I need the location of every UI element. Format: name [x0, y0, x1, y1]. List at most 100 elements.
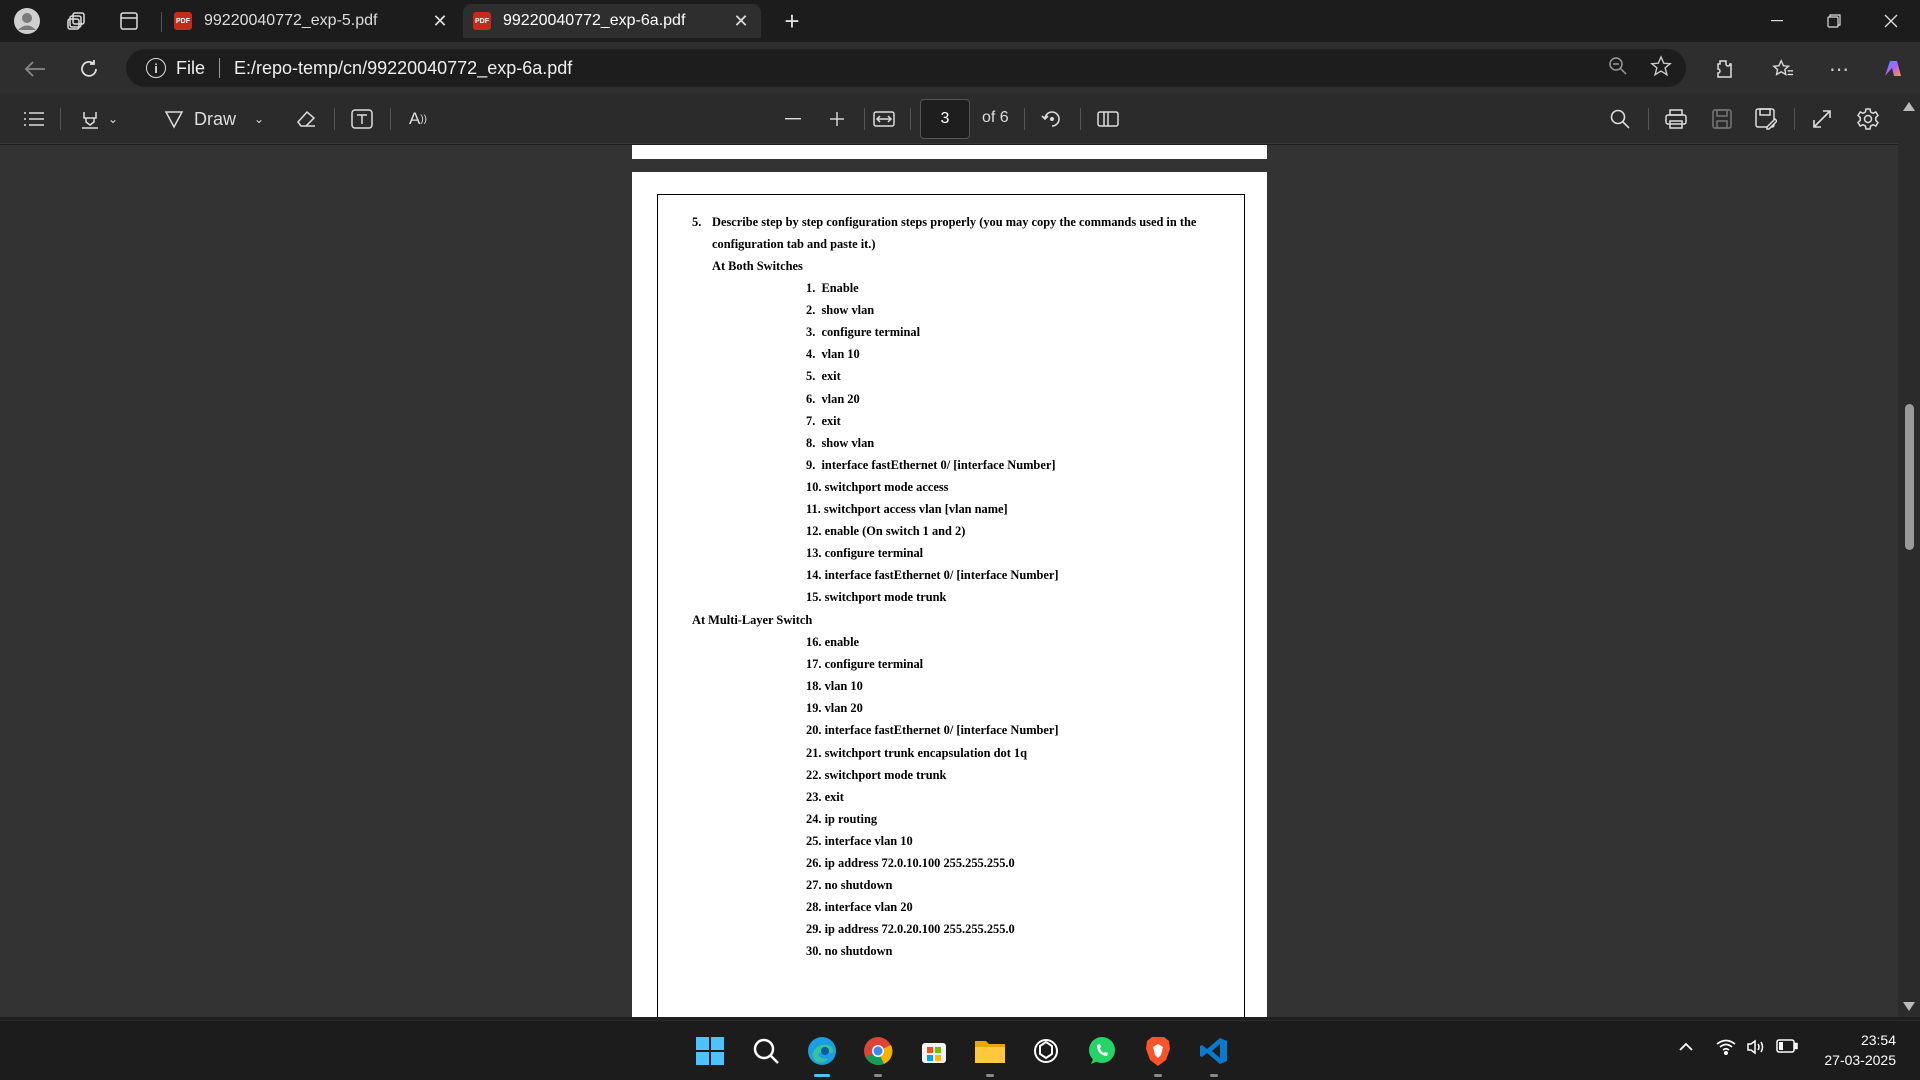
- config-step: 22. switchport mode trunk: [806, 767, 947, 782]
- active-indicator: [814, 1074, 830, 1077]
- zoom-in-button[interactable]: [822, 103, 852, 135]
- zoom-out-button[interactable]: [778, 103, 808, 135]
- vscode-icon[interactable]: [1194, 1031, 1234, 1077]
- url-text[interactable]: E:/repo-temp/cn/99220040772_exp-6a.pdf: [234, 58, 572, 79]
- page-view-icon[interactable]: [1092, 103, 1124, 135]
- windows-start-icon[interactable]: [690, 1031, 730, 1071]
- more-menu-icon[interactable]: ⋯: [1822, 52, 1856, 86]
- copilot-icon[interactable]: [1876, 52, 1910, 86]
- close-window-icon[interactable]: [1862, 0, 1920, 42]
- brave-browser-icon[interactable]: [1138, 1031, 1178, 1077]
- refresh-icon[interactable]: [72, 52, 106, 86]
- extensions-icon[interactable]: [1706, 52, 1740, 86]
- section-title-multilayer-switch: At Multi-Layer Switch: [692, 613, 813, 627]
- new-tab-icon[interactable]: +: [777, 6, 807, 36]
- save-as-icon[interactable]: [1750, 103, 1782, 135]
- clock-date: 27-03-2025: [1824, 1052, 1896, 1068]
- draw-button[interactable]: Draw ⌄: [156, 103, 272, 135]
- scrollbar-thumb[interactable]: [1905, 404, 1914, 550]
- system-clock[interactable]: 23:54 27-03-2025: [1824, 1030, 1896, 1070]
- tab-title: 99220040772_exp-5.pdf: [204, 12, 378, 29]
- print-icon[interactable]: [1660, 103, 1692, 135]
- favorites-icon[interactable]: [1766, 52, 1800, 86]
- pdf-viewer[interactable]: 5. Describe step by step configuration s…: [0, 145, 1898, 1017]
- file-explorer-icon[interactable]: [970, 1031, 1010, 1077]
- chevron-down-icon: ⌄: [253, 112, 265, 126]
- edge-browser-icon[interactable]: [802, 1031, 842, 1077]
- toolbar-divider: [1080, 108, 1081, 130]
- running-indicator: [1210, 1074, 1218, 1077]
- highlight-button[interactable]: ⌄: [74, 103, 124, 135]
- contents-list-icon[interactable]: [18, 103, 50, 135]
- toolbar-divider: [910, 108, 911, 130]
- tab-bar: PDF 99220040772_exp-5.pdf ✕ PDF 99220040…: [0, 0, 1920, 42]
- show-hidden-icons-chevron-icon[interactable]: [1678, 1039, 1694, 1057]
- scroll-down-arrow-icon[interactable]: [1903, 1002, 1915, 1011]
- close-tab-icon[interactable]: ✕: [731, 11, 751, 32]
- rotate-icon[interactable]: [1036, 103, 1068, 135]
- vertical-tabs-icon[interactable]: [108, 0, 150, 42]
- config-step: 21. switchport trunk encapsulation dot 1…: [806, 745, 1027, 760]
- windows-taskbar: 23:54 27-03-2025: [0, 1020, 1920, 1080]
- config-step: 23. exit: [806, 789, 844, 804]
- eraser-icon[interactable]: [290, 103, 322, 135]
- question-line-1: Describe step by step configuration step…: [712, 215, 1197, 229]
- draw-icon: [164, 111, 184, 129]
- config-step: 12. enable (On switch 1 and 2): [806, 524, 966, 539]
- profile-avatar-icon[interactable]: [6, 0, 48, 42]
- chatgpt-icon[interactable]: [1026, 1031, 1066, 1071]
- config-step: 11. switchport access vlan [vlan name]: [806, 502, 1008, 516]
- workspaces-icon[interactable]: [56, 0, 98, 42]
- fit-to-width-icon[interactable]: [868, 103, 900, 135]
- config-step: 29. ip address 72.0.20.100 255.255.255.0: [806, 922, 1015, 937]
- config-step: 2. show vlan: [806, 303, 875, 318]
- config-step: 28. interface vlan 20: [806, 900, 913, 915]
- tab-exp-6a[interactable]: PDF 99220040772_exp-6a.pdf ✕: [463, 4, 761, 38]
- running-indicator: [986, 1074, 994, 1077]
- zoom-out-icon[interactable]: [1608, 56, 1628, 81]
- config-step: 18. vlan 10: [806, 679, 863, 694]
- tab-exp-5[interactable]: PDF 99220040772_exp-5.pdf ✕: [164, 4, 460, 38]
- scroll-up-arrow-icon[interactable]: [1903, 102, 1915, 111]
- info-icon[interactable]: i: [146, 58, 166, 78]
- address-bar[interactable]: i File E:/repo-temp/cn/99220040772_exp-6…: [126, 49, 1686, 87]
- favorite-star-icon[interactable]: [1650, 54, 1672, 82]
- page-number-input[interactable]: 3: [920, 99, 970, 139]
- config-step: 3. configure terminal: [806, 325, 921, 340]
- restore-icon[interactable]: [1805, 0, 1863, 42]
- config-step: 8. show vlan: [806, 435, 875, 450]
- config-step: 24. ip routing: [806, 811, 878, 826]
- search-icon[interactable]: [1604, 103, 1636, 135]
- settings-gear-icon[interactable]: [1852, 103, 1884, 135]
- vertical-scrollbar[interactable]: [1898, 94, 1920, 1017]
- config-step: 7. exit: [806, 413, 841, 428]
- minimize-icon[interactable]: [1748, 0, 1806, 42]
- toolbar-divider: [864, 108, 865, 130]
- config-step: 20. interface fastEthernet 0/ [interface…: [806, 723, 1059, 738]
- read-aloud-icon[interactable]: A)): [402, 103, 434, 135]
- config-step: 30. no shutdown: [806, 944, 893, 959]
- toolbar-divider: [334, 108, 335, 130]
- chrome-icon[interactable]: [858, 1031, 898, 1077]
- back-arrow-icon[interactable]: [18, 52, 52, 86]
- save-icon[interactable]: [1706, 103, 1738, 135]
- config-step: 17. configure terminal: [806, 657, 924, 672]
- fullscreen-icon[interactable]: [1806, 103, 1838, 135]
- config-step: 19. vlan 20: [806, 701, 863, 716]
- volume-icon[interactable]: [1746, 1039, 1766, 1060]
- config-step: 13. configure terminal: [806, 546, 924, 561]
- running-indicator: [1154, 1074, 1162, 1077]
- toolbar-divider: [1794, 108, 1795, 130]
- wifi-icon[interactable]: [1716, 1039, 1736, 1060]
- microsoft-store-icon[interactable]: [914, 1031, 954, 1071]
- question-line-2: configuration tab and paste it.): [712, 237, 876, 251]
- battery-icon[interactable]: [1776, 1039, 1798, 1058]
- chevron-down-icon: ⌄: [107, 112, 119, 126]
- add-text-icon[interactable]: [346, 103, 378, 135]
- whatsapp-icon[interactable]: [1082, 1031, 1122, 1071]
- search-icon[interactable]: [746, 1031, 786, 1071]
- config-step: 14. interface fastEthernet 0/ [interface…: [806, 568, 1059, 583]
- close-tab-icon[interactable]: ✕: [430, 11, 450, 32]
- config-step: 1. Enable: [806, 281, 859, 295]
- tab-separator: [161, 12, 162, 32]
